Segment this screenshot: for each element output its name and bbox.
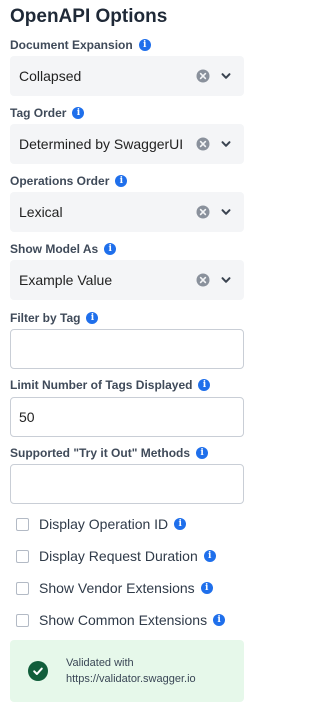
- clear-icon[interactable]: [196, 273, 210, 287]
- chevron-down-icon[interactable]: [220, 138, 232, 150]
- show-vendor-extensions-label: Show Vendor Extensions: [39, 580, 195, 596]
- chevron-down-icon[interactable]: [220, 274, 232, 286]
- info-icon[interactable]: i: [86, 312, 99, 324]
- filter-by-tag-label: Filter by Tag i: [10, 311, 99, 325]
- operations-order-select[interactable]: Lexical: [10, 192, 244, 232]
- chevron-down-icon[interactable]: [220, 206, 232, 218]
- show-vendor-extensions-option[interactable]: Show Vendor Extensions i: [16, 580, 213, 596]
- tag-order-select[interactable]: Determined by SwaggerUI: [10, 124, 244, 164]
- chevron-down-icon[interactable]: [220, 70, 232, 82]
- display-request-duration-label: Display Request Duration: [39, 548, 198, 564]
- validation-banner: Validated with https://validator.swagger…: [10, 640, 244, 702]
- filter-by-tag-input[interactable]: [10, 329, 244, 369]
- page-title: OpenAPI Options: [10, 6, 168, 27]
- try-it-out-methods-input[interactable]: [10, 464, 244, 504]
- show-vendor-extensions-checkbox[interactable]: [16, 581, 29, 595]
- show-common-extensions-option[interactable]: Show Common Extensions i: [16, 612, 226, 628]
- info-icon[interactable]: i: [203, 550, 216, 562]
- clear-icon[interactable]: [196, 69, 210, 83]
- show-model-as-select[interactable]: Example Value: [10, 260, 244, 300]
- display-request-duration-checkbox[interactable]: [16, 549, 29, 563]
- check-icon: [28, 661, 48, 681]
- document-expansion-value: Collapsed: [19, 68, 82, 84]
- show-model-as-value: Example Value: [19, 272, 113, 288]
- display-operation-id-checkbox[interactable]: [16, 517, 29, 531]
- info-icon[interactable]: i: [196, 447, 209, 459]
- try-it-out-methods-label-text: Supported "Try it Out" Methods: [10, 446, 191, 460]
- tag-order-label: Tag Order i: [10, 106, 85, 120]
- info-icon[interactable]: i: [198, 379, 211, 391]
- limit-tags-label: Limit Number of Tags Displayed i: [10, 378, 211, 392]
- info-icon[interactable]: i: [213, 614, 226, 626]
- info-icon[interactable]: i: [72, 107, 85, 119]
- operations-order-value: Lexical: [19, 204, 63, 220]
- info-icon[interactable]: i: [104, 243, 117, 255]
- try-it-out-methods-label: Supported "Try it Out" Methods i: [10, 446, 209, 460]
- info-icon[interactable]: i: [200, 582, 213, 594]
- validation-text: Validated with https://validator.swagger…: [66, 655, 196, 687]
- validation-url-link[interactable]: https://validator.swagger.io: [66, 671, 196, 687]
- document-expansion-select[interactable]: Collapsed: [10, 56, 244, 96]
- limit-tags-input[interactable]: 50: [10, 397, 244, 437]
- clear-icon[interactable]: [196, 205, 210, 219]
- info-icon[interactable]: i: [174, 518, 187, 530]
- show-common-extensions-label: Show Common Extensions: [39, 612, 208, 628]
- display-request-duration-option[interactable]: Display Request Duration i: [16, 548, 216, 564]
- info-icon[interactable]: i: [115, 175, 128, 187]
- clear-icon[interactable]: [196, 137, 210, 151]
- operations-order-label: Operations Order i: [10, 174, 128, 188]
- document-expansion-label-text: Document Expansion: [10, 38, 133, 52]
- limit-tags-label-text: Limit Number of Tags Displayed: [10, 378, 193, 392]
- display-operation-id-option[interactable]: Display Operation ID i: [16, 516, 187, 532]
- operations-order-label-text: Operations Order: [10, 174, 110, 188]
- tag-order-value: Determined by SwaggerUI: [19, 136, 184, 152]
- info-icon[interactable]: i: [138, 39, 151, 51]
- show-model-as-label: Show Model As i: [10, 242, 117, 256]
- tag-order-label-text: Tag Order: [10, 106, 67, 120]
- document-expansion-label: Document Expansion i: [10, 38, 151, 52]
- validation-line-1: Validated with: [66, 657, 134, 669]
- show-common-extensions-checkbox[interactable]: [16, 613, 29, 627]
- filter-by-tag-label-text: Filter by Tag: [10, 311, 81, 325]
- show-model-as-label-text: Show Model As: [10, 242, 99, 256]
- display-operation-id-label: Display Operation ID: [39, 516, 169, 532]
